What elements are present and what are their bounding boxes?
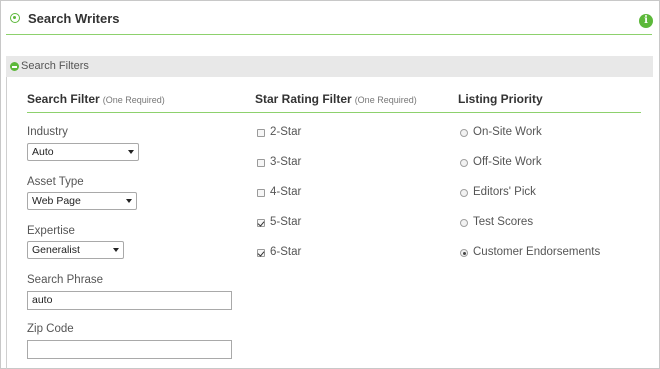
expertise-value: Generalist: [32, 244, 80, 256]
priority-radio[interactable]: [460, 159, 468, 167]
priority-option-label: Editors' Pick: [473, 186, 536, 198]
zip-code-input[interactable]: [27, 340, 232, 359]
header-divider: [6, 34, 652, 35]
star-checkbox[interactable]: [257, 219, 265, 227]
search-filter-heading: Search Filter (One Required): [27, 92, 165, 106]
search-filter-title: Search Filter: [27, 92, 100, 106]
chevron-down-icon: [113, 248, 119, 252]
expertise-label: Expertise: [27, 225, 75, 237]
star-rating-title: Star Rating Filter: [255, 92, 352, 106]
industry-value: Auto: [32, 146, 54, 158]
priority-radio[interactable]: [460, 129, 468, 137]
priority-radio[interactable]: [460, 189, 468, 197]
expertise-select[interactable]: Generalist: [27, 241, 124, 259]
asset-type-value: Web Page: [32, 195, 81, 207]
listing-priority-title: Listing Priority: [458, 92, 543, 106]
search-filters-bar[interactable]: Search Filters: [6, 56, 653, 77]
asset-type-select[interactable]: Web Page: [27, 192, 137, 210]
zip-code-label: Zip Code: [27, 323, 74, 335]
search-phrase-label: Search Phrase: [27, 274, 104, 286]
search-filters-label: Search Filters: [21, 60, 89, 72]
panel-header: Search Writers i: [1, 1, 657, 34]
section-left-border: [6, 77, 7, 369]
star-rating-note: (One Required): [354, 95, 417, 105]
priority-option-label: On-Site Work: [473, 126, 542, 138]
info-icon[interactable]: i: [639, 14, 653, 28]
asset-type-label: Asset Type: [27, 176, 84, 188]
listing-priority-heading: Listing Priority: [458, 92, 543, 106]
chevron-down-icon: [128, 150, 134, 154]
search-filter-note: (One Required): [102, 95, 165, 105]
priority-option-label: Customer Endorsements: [473, 246, 601, 258]
star-checkbox[interactable]: [257, 159, 265, 167]
target-icon: [10, 13, 20, 23]
star-option-label: 4-Star: [270, 186, 302, 198]
star-option-label: 2-Star: [270, 126, 302, 138]
star-checkbox[interactable]: [257, 189, 265, 197]
industry-label: Industry: [27, 126, 68, 138]
column-heads-divider: [27, 112, 641, 113]
priority-radio[interactable]: [460, 219, 468, 227]
star-rating-heading: Star Rating Filter (One Required): [255, 92, 417, 106]
page-title: Search Writers: [28, 11, 120, 26]
chevron-down-icon: [126, 199, 132, 203]
collapse-icon[interactable]: [10, 62, 19, 71]
star-checkbox[interactable]: [257, 249, 265, 257]
priority-option-label: Test Scores: [473, 216, 534, 228]
star-option-label: 3-Star: [270, 156, 302, 168]
priority-radio[interactable]: [460, 249, 468, 257]
priority-option-label: Off-Site Work: [473, 156, 542, 168]
star-checkbox[interactable]: [257, 129, 265, 137]
star-option-label: 5-Star: [270, 216, 302, 228]
industry-select[interactable]: Auto: [27, 143, 139, 161]
star-option-label: 6-Star: [270, 246, 302, 258]
search-phrase-input[interactable]: auto: [27, 291, 232, 310]
